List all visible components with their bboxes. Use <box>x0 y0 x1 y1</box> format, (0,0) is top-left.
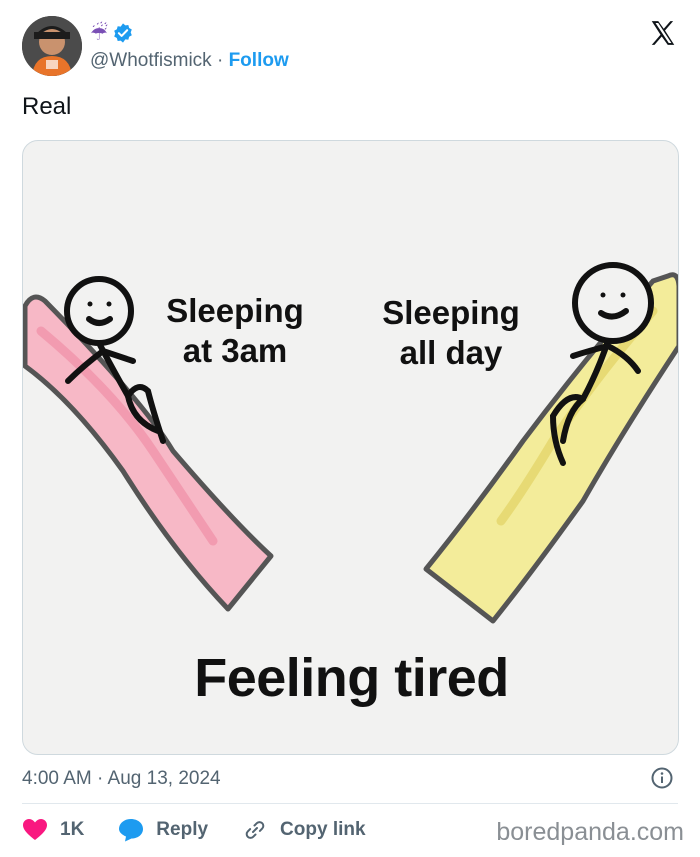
watermark: boredpanda.com <box>496 818 684 846</box>
timestamp-row: 4:00 AM · Aug 13, 2024 <box>22 766 678 792</box>
info-icon[interactable] <box>650 766 674 790</box>
tweet-text: Real <box>22 93 72 120</box>
heart-icon <box>23 819 47 840</box>
umbrella-emoji: ☔ <box>90 21 108 45</box>
reply-label: Reply <box>156 819 209 840</box>
meme-label-all-day: Sleeping all day <box>382 294 520 372</box>
like-button[interactable]: 1K <box>22 818 84 842</box>
separator-dot: · <box>216 50 224 71</box>
verified-badge-icon <box>114 23 132 43</box>
like-count: 1K <box>60 819 85 840</box>
x-logo-icon[interactable] <box>648 18 678 48</box>
speech-bubble-icon <box>119 819 144 842</box>
badge-row: ☔ <box>90 20 289 46</box>
reply-button[interactable]: Reply <box>118 818 208 842</box>
link-icon <box>245 821 265 839</box>
tweet-media[interactable]: Sleeping at 3am Sleeping all day Feeling t… <box>22 140 679 755</box>
handle-row: @Whotfismick · Follow <box>90 50 289 72</box>
divider <box>22 803 678 804</box>
meme-caption: Feeling tired <box>194 648 509 708</box>
meme-label-3am: Sleeping at 3am <box>166 292 304 370</box>
follow-button[interactable]: Follow <box>229 50 289 71</box>
user-meta: ☔ @Whotfismick · Follow <box>90 20 289 72</box>
tweet-header: ☔ @Whotfismick · Follow <box>22 16 678 78</box>
avatar[interactable] <box>22 16 82 76</box>
action-bar: 1K Reply Copy link <box>22 815 400 845</box>
author-handle[interactable]: @Whotfismick <box>90 50 212 71</box>
tweet-timestamp[interactable]: 4:00 AM · Aug 13, 2024 <box>22 768 221 790</box>
copy-link-button[interactable]: Copy link <box>242 818 366 842</box>
copy-link-label: Copy link <box>280 819 366 840</box>
